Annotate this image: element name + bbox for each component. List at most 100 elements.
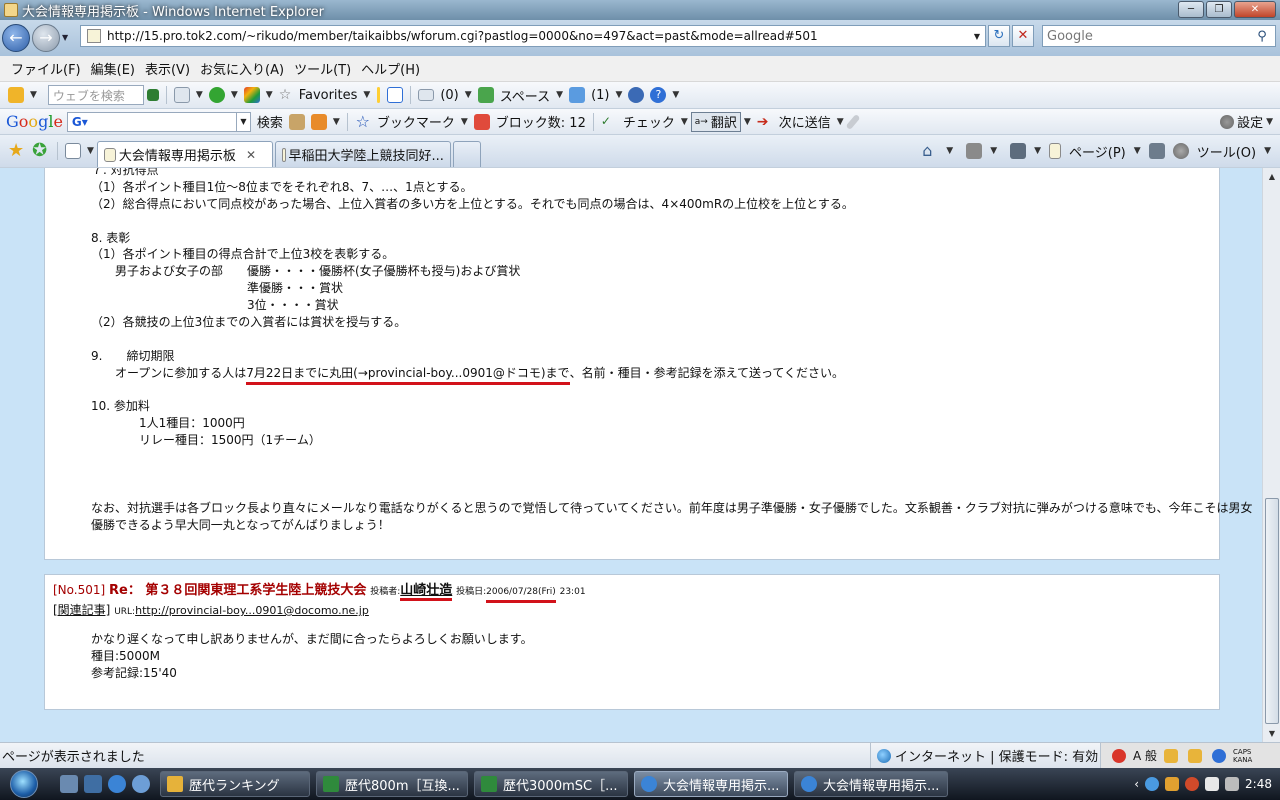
tab-bbs[interactable]: 大会情報専用掲示板 ✕ [96, 141, 273, 167]
home-icon[interactable]: ⌂ [922, 143, 938, 159]
spellcheck-button[interactable]: チェック [623, 112, 675, 131]
post-url-link[interactable]: http://provincial-boy...0901@docomo.ne.j… [135, 604, 369, 617]
research-icon[interactable] [1148, 143, 1165, 159]
quick-tabs-icon[interactable] [65, 143, 81, 159]
clock[interactable]: 2:48 [1245, 777, 1272, 791]
ime-help-icon[interactable] [1212, 748, 1227, 763]
google-logo[interactable]: Google [6, 112, 63, 131]
spaces-button[interactable]: スペース [500, 86, 550, 105]
menu-tools[interactable]: ツール(T) [289, 59, 356, 78]
network-icon[interactable] [1205, 777, 1220, 791]
back-button[interactable]: ← [2, 24, 30, 52]
search-icon[interactable]: ⚲ [1249, 29, 1275, 44]
google-search-button[interactable]: 検索 [257, 112, 283, 131]
favorites-button[interactable]: Favorites [299, 88, 358, 103]
taskbar-item[interactable]: 歴代3000mSC［... [474, 771, 628, 797]
address-dropdown[interactable]: ▼ [969, 32, 985, 41]
chevron-down-icon[interactable]: ▼ [615, 90, 622, 100]
tray-icon[interactable] [1185, 777, 1200, 791]
minimize-button[interactable]: ─ [1178, 1, 1204, 18]
chevron-down-icon[interactable]: ▼ [990, 146, 997, 156]
forward-button[interactable]: → [32, 24, 60, 52]
close-tab-icon[interactable]: ✕ [246, 148, 256, 162]
chevron-down-icon[interactable]: ▼ [744, 117, 751, 127]
switch-windows-icon[interactable] [84, 775, 102, 793]
menu-file[interactable]: ファイル(F) [6, 59, 86, 78]
tools-menu[interactable]: ツール(O) [1197, 142, 1256, 161]
google-g-icon[interactable]: G▾ [72, 115, 88, 129]
ime-pad-icon[interactable] [1164, 748, 1179, 763]
chevron-down-icon[interactable]: ▼ [672, 90, 679, 100]
google-search-input[interactable]: G▾ ▼ [66, 111, 251, 132]
address-url[interactable]: http://15.pro.tok2.com/~rikudo/member/ta… [107, 29, 969, 43]
chevron-down-icon[interactable]: ▼ [1134, 146, 1141, 156]
live-logo-icon[interactable] [8, 87, 24, 103]
tab-waseda[interactable]: 早稲田大学陸上競技同好... [274, 141, 451, 167]
pencil-icon[interactable] [377, 87, 381, 103]
start-button[interactable] [0, 768, 44, 800]
search-box[interactable]: Google ⚲ [1042, 25, 1276, 47]
tools-icon[interactable] [310, 113, 327, 130]
taskbar-item[interactable]: 大会情報専用掲示... [794, 771, 948, 797]
ime-dictionary-icon[interactable] [1188, 748, 1203, 763]
security-zone[interactable]: インターネット | 保護モード: 有効 [870, 743, 1100, 768]
google-settings-button[interactable]: 設定 ▼ [1217, 112, 1276, 131]
chevron-down-icon[interactable]: ▼ [333, 117, 340, 127]
messenger-icon[interactable] [569, 87, 586, 103]
chevron-down-icon[interactable]: ▼ [30, 90, 37, 100]
maximize-button[interactable]: ❐ [1206, 1, 1232, 18]
add-icon[interactable] [208, 87, 225, 103]
msn-butterfly-icon[interactable] [243, 87, 260, 103]
mail-icon[interactable] [418, 89, 435, 101]
refresh-button[interactable]: ↻ [988, 25, 1010, 47]
spellcheck-icon[interactable]: ✓ [601, 114, 617, 130]
close-button[interactable]: ✕ [1234, 1, 1276, 18]
popup-blocker-icon[interactable] [473, 113, 490, 130]
tray-icon[interactable] [1165, 777, 1180, 791]
edit-icon[interactable] [387, 87, 404, 103]
show-desktop-icon[interactable] [60, 775, 78, 793]
chevron-down-icon[interactable]: ▼ [266, 90, 273, 100]
add-favorites-icon[interactable]: ✪ [32, 142, 50, 160]
chevron-down-icon[interactable]: ▼ [556, 90, 563, 100]
mail-count[interactable]: (0) [440, 88, 458, 103]
scroll-up-arrow[interactable]: ▲ [1263, 168, 1280, 185]
tray-expand-icon[interactable]: ‹ [1134, 777, 1139, 791]
ie-quick-launch-icon[interactable] [108, 775, 126, 793]
live-button-icon[interactable] [628, 87, 645, 103]
search-quick-launch-icon[interactable] [132, 775, 150, 793]
search-go-icon[interactable] [146, 89, 159, 101]
chevron-down-icon[interactable]: ▼ [837, 117, 844, 127]
chevron-down-icon[interactable]: ▼ [1264, 146, 1271, 156]
tray-icon[interactable] [1145, 777, 1160, 791]
chevron-down-icon[interactable]: ▼ [465, 90, 472, 100]
chevron-down-icon[interactable]: ▼ [461, 117, 468, 127]
stop-button[interactable]: ✕ [1012, 25, 1034, 47]
chevron-down-icon[interactable]: ▼ [235, 112, 250, 131]
spaces-icon[interactable] [477, 87, 494, 103]
chevron-down-icon[interactable]: ▼ [231, 90, 238, 100]
volume-icon[interactable] [1225, 777, 1240, 791]
menu-edit[interactable]: 編集(E) [86, 59, 140, 78]
vertical-scrollbar[interactable]: ▲ ▼ [1262, 168, 1280, 742]
web-search-input[interactable]: ウェブを検索 [47, 85, 144, 105]
chevron-down-icon[interactable]: ▼ [363, 90, 370, 100]
scroll-down-arrow[interactable]: ▼ [1263, 725, 1280, 742]
menu-help[interactable]: ヘルプ(H) [356, 59, 425, 78]
chevron-down-icon[interactable]: ▼ [196, 90, 203, 100]
translate-button[interactable]: a→ 翻訳 [690, 111, 741, 132]
chevron-down-icon[interactable]: ▼ [681, 117, 688, 127]
ime-language-bar[interactable]: A 般 CAPS KANA [1100, 743, 1280, 768]
help-icon[interactable]: ? [650, 87, 667, 103]
post-author[interactable]: 山崎壮造 [400, 583, 453, 601]
bookmarks-button[interactable]: ブックマーク [377, 112, 455, 131]
menu-favorites[interactable]: お気に入り(A) [195, 59, 289, 78]
tab-list-dropdown[interactable]: ▼ [87, 146, 94, 156]
favorites-center-icon[interactable]: ★ [8, 142, 26, 160]
taskbar-item-active[interactable]: 大会情報専用掲示... [634, 771, 788, 797]
send-to-button[interactable]: 次に送信 [779, 112, 831, 131]
news-icon[interactable] [288, 113, 305, 130]
popup-blocked-count[interactable]: ブロック数: 12 [496, 112, 586, 131]
taskbar-item[interactable]: 歴代800m［互換... [316, 771, 468, 797]
feeds-icon[interactable] [966, 143, 983, 159]
